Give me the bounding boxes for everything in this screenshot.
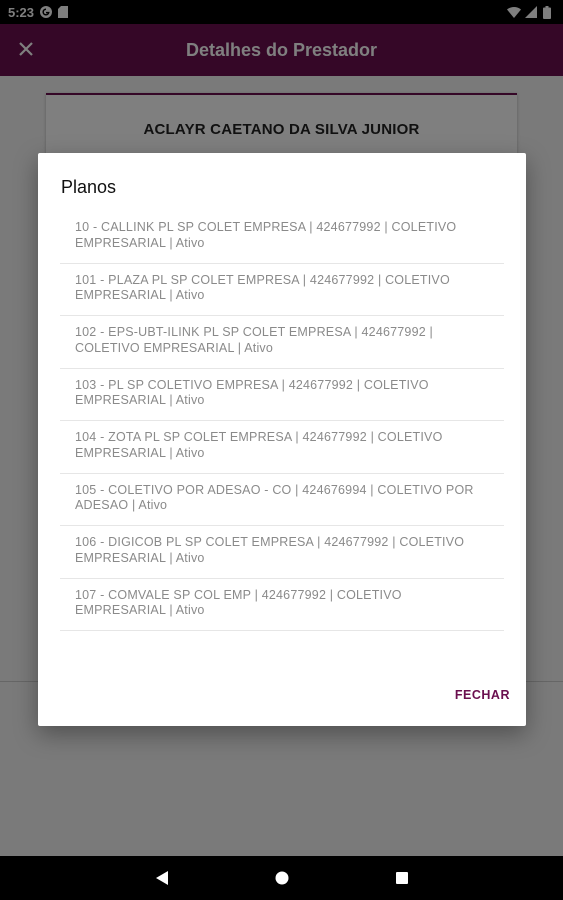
close-dialog-button[interactable]: FECHAR: [455, 684, 510, 706]
plans-dialog: Planos 10 - CALLINK PL SP COLET EMPRESA …: [38, 153, 526, 726]
plan-list[interactable]: 10 - CALLINK PL SP COLET EMPRESA | 42467…: [60, 211, 504, 643]
list-item[interactable]: 104 - ZOTA PL SP COLET EMPRESA | 4246779…: [60, 421, 504, 474]
dialog-title: Planos: [61, 177, 117, 197]
list-item[interactable]: 103 - PL SP COLETIVO EMPRESA | 424677992…: [60, 369, 504, 421]
recents-icon[interactable]: [392, 868, 412, 888]
list-item[interactable]: 101 - PLAZA PL SP COLET EMPRESA | 424677…: [60, 264, 504, 316]
dialog-actions: FECHAR: [455, 684, 510, 706]
navigation-bar: [0, 856, 563, 900]
list-item[interactable]: 102 - EPS-UBT-ILINK PL SP COLET EMPRESA …: [60, 316, 504, 369]
list-item[interactable]: 10 - CALLINK PL SP COLET EMPRESA | 42467…: [60, 211, 504, 264]
home-icon[interactable]: [272, 868, 292, 888]
back-icon[interactable]: [152, 868, 172, 888]
list-item[interactable]: 105 - COLETIVO POR ADESAO - CO | 4246769…: [60, 474, 504, 526]
list-item[interactable]: 107 - COMVALE SP COL EMP | 424677992 | C…: [60, 579, 504, 631]
list-item[interactable]: 106 - DIGICOB PL SP COLET EMPRESA | 4246…: [60, 526, 504, 579]
